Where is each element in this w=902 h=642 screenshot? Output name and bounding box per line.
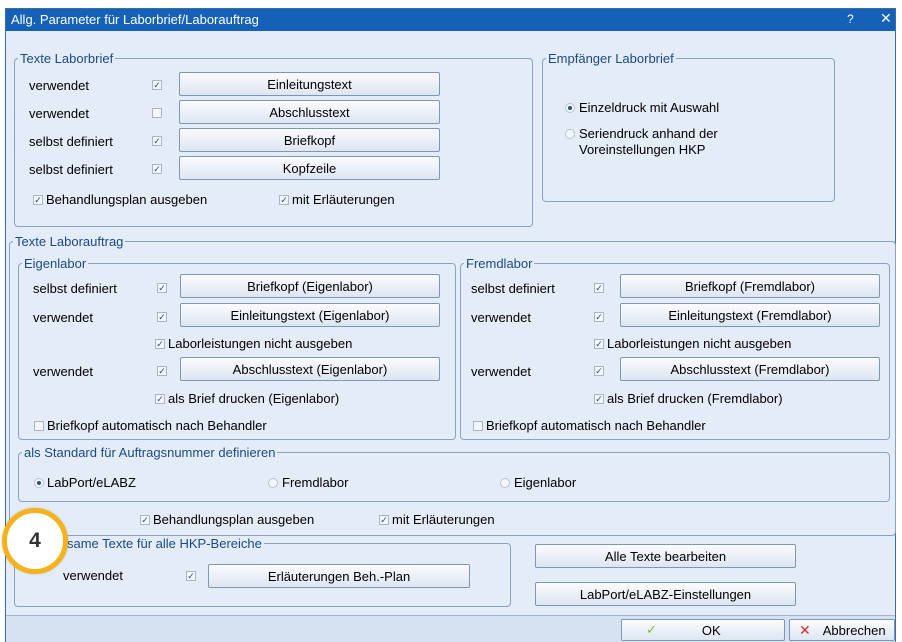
radio-eigenlabor[interactable] [500, 478, 510, 488]
checkbox-kopfzeile[interactable]: ✓ [152, 164, 162, 174]
checkbox-abschlusstext[interactable]: ✓ [152, 108, 162, 118]
briefkopf-eigenlabor-button[interactable]: Briefkopf (Eigenlabor) [180, 274, 440, 298]
checkbox-fremd-abschluss[interactable]: ✓ [594, 366, 604, 376]
group-standard-auftragsnummer: als Standard für Auftragsnummer definier… [18, 446, 890, 502]
checkbox-briefkopf[interactable]: ✓ [152, 136, 162, 146]
close-icon[interactable]: ✕ [880, 10, 892, 27]
check-icon: ✓ [646, 622, 657, 637]
checkbox-fremd-leistungen[interactable]: ✓ [594, 339, 604, 349]
help-button[interactable]: ? [847, 12, 854, 26]
fremd-brief-label: als Brief drucken (Fremdlabor) [607, 391, 783, 406]
row-label: selbst definiert [33, 281, 117, 296]
labport-radio-label: LabPort/eLABZ [47, 475, 136, 490]
einleitungstext-button[interactable]: Einleitungstext [179, 72, 440, 96]
checkbox-auftrag-behandlungsplan[interactable]: ✓ [140, 515, 150, 525]
erlaeuterungen-behplan-button[interactable]: Erläuterungen Beh.-Plan [208, 564, 470, 588]
kopfzeile-button[interactable]: Kopfzeile [179, 156, 440, 180]
checkbox-fremd-auto[interactable]: ✓ [473, 421, 483, 431]
briefkopf-button[interactable]: Briefkopf [179, 128, 440, 152]
ok-button[interactable]: ✓ OK [621, 619, 785, 641]
einleitungstext-eigenlabor-button[interactable]: Einleitungstext (Eigenlabor) [180, 303, 440, 327]
eigen-leistungen-label: Laborleistungen nicht ausgeben [168, 336, 353, 351]
checkbox-eigen-brief[interactable]: ✓ [155, 394, 165, 404]
ok-label: OK [701, 622, 721, 638]
fremdlabor-radio-label: Fremdlabor [282, 475, 349, 490]
checkbox-eigen-einleitung[interactable]: ✓ [157, 312, 167, 322]
eigenlabor-radio-label: Eigenlabor [514, 475, 577, 490]
radio-fremdlabor[interactable] [268, 478, 278, 488]
cancel-x-icon: ✕ [799, 621, 811, 638]
checkbox-eigen-auto[interactable]: ✓ [34, 421, 44, 431]
group-legend: Texte Laborauftrag [15, 234, 124, 249]
radio-einzeldruck[interactable] [565, 103, 575, 113]
einzeldruck-label: Einzeldruck mit Auswahl [579, 100, 720, 115]
checkbox-gemeinsam[interactable]: ✓ [186, 571, 196, 581]
row-label: verwendet [29, 106, 89, 121]
group-legend: Texte Laborbrief [20, 51, 114, 66]
einleitungstext-fremdlabor-button[interactable]: Einleitungstext (Fremdlabor) [620, 303, 880, 327]
window-title: Allg. Parameter für Laborbrief/Laborauft… [11, 12, 259, 27]
abschlusstext-fremdlabor-button[interactable]: Abschlusstext (Fremdlabor) [620, 357, 880, 381]
row-label: verwendet [471, 310, 531, 325]
auftrag-erlaeuterungen-label: mit Erläuterungen [392, 512, 495, 527]
checkbox-erlaeuterungen[interactable]: ✓ [279, 195, 289, 205]
group-legend: als Standard für Auftragsnummer definier… [24, 445, 276, 460]
alle-texte-bearbeiten-button[interactable]: Alle Texte bearbeiten [535, 544, 796, 568]
seriendruck-label-2: Voreinstellungen HKP [579, 142, 706, 157]
fremd-auto-label: Briefkopf automatisch nach Behandler [486, 418, 706, 433]
briefkopf-fremdlabor-button[interactable]: Briefkopf (Fremdlabor) [620, 274, 880, 298]
row-label: selbst definiert [29, 162, 113, 177]
step-number-badge: 4 [2, 508, 68, 574]
auftrag-behandlungsplan-label: Behandlungsplan ausgeben [153, 512, 315, 527]
labport-einstellungen-button[interactable]: LabPort/eLABZ-Einstellungen [535, 582, 796, 606]
group-legend: Empfänger Laborbrief [548, 51, 674, 66]
group-legend: Eigenlabor [24, 256, 87, 271]
abbrechen-button[interactable]: ✕ Abbrechen [789, 619, 895, 641]
seriendruck-label: Seriendruck anhand der [579, 126, 718, 141]
checkbox-fremd-briefkopf[interactable]: ✓ [594, 283, 604, 293]
checkbox-eigen-leistungen[interactable]: ✓ [155, 339, 165, 349]
title-bar: Allg. Parameter für Laborbrief/Laborauft… [6, 9, 895, 31]
row-label: selbst definiert [471, 281, 555, 296]
behandlungsplan-label: Behandlungsplan ausgeben [46, 192, 208, 207]
row-label: verwendet [471, 364, 531, 379]
checkbox-fremd-brief[interactable]: ✓ [594, 394, 604, 404]
eigen-brief-label: als Brief drucken (Eigenlabor) [168, 391, 340, 406]
row-label: verwendet [29, 78, 89, 93]
gemeinsam-label: verwendet [63, 568, 123, 583]
radio-labport[interactable] [34, 478, 44, 488]
row-label: verwendet [33, 364, 93, 379]
abbrechen-label: Abbrechen [822, 622, 886, 638]
group-legend: same Texte für alle HKP-Bereiche [67, 536, 262, 551]
checkbox-einleitungstext[interactable]: ✓ [152, 80, 162, 90]
fremd-leistungen-label: Laborleistungen nicht ausgeben [607, 336, 792, 351]
checkbox-fremd-einleitung[interactable]: ✓ [594, 312, 604, 322]
erlaeuterungen-label: mit Erläuterungen [292, 192, 395, 207]
abschlusstext-button[interactable]: Abschlusstext [179, 100, 440, 124]
row-label: selbst definiert [29, 134, 113, 149]
eigen-auto-label: Briefkopf automatisch nach Behandler [47, 418, 267, 433]
group-legend: Fremdlabor [466, 256, 533, 271]
checkbox-eigen-briefkopf[interactable]: ✓ [157, 283, 167, 293]
checkbox-eigen-abschluss[interactable]: ✓ [157, 366, 167, 376]
abschlusstext-eigenlabor-button[interactable]: Abschlusstext (Eigenlabor) [180, 357, 440, 381]
checkbox-behandlungsplan[interactable]: ✓ [33, 195, 43, 205]
radio-seriendruck[interactable] [565, 129, 575, 139]
row-label: verwendet [33, 310, 93, 325]
checkbox-auftrag-erlaeuterungen[interactable]: ✓ [379, 515, 389, 525]
